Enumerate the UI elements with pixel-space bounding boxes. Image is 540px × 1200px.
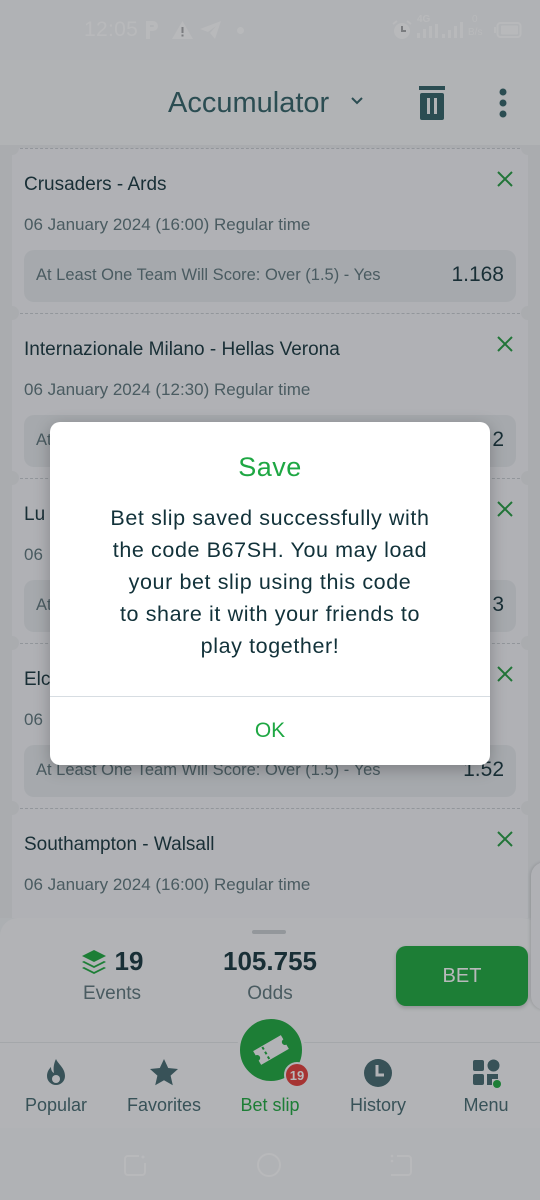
dialog-message-line: play together! bbox=[200, 634, 340, 658]
dialog-message-line: Bet slip saved successfully with bbox=[110, 506, 430, 530]
dialog-message-line: your bet slip using this code bbox=[128, 570, 412, 594]
dialog-message-line: to share it with your friends to bbox=[119, 602, 421, 626]
dialog-title: Save bbox=[238, 452, 302, 482]
dialog-message: Bet slip saved successfully with the cod… bbox=[70, 502, 470, 662]
ok-button[interactable]: OK bbox=[50, 697, 490, 765]
save-confirmation-dialog: Save Bet slip saved successfully with th… bbox=[50, 422, 490, 765]
dialog-message-line: the code B67SH. You may load bbox=[112, 538, 428, 562]
